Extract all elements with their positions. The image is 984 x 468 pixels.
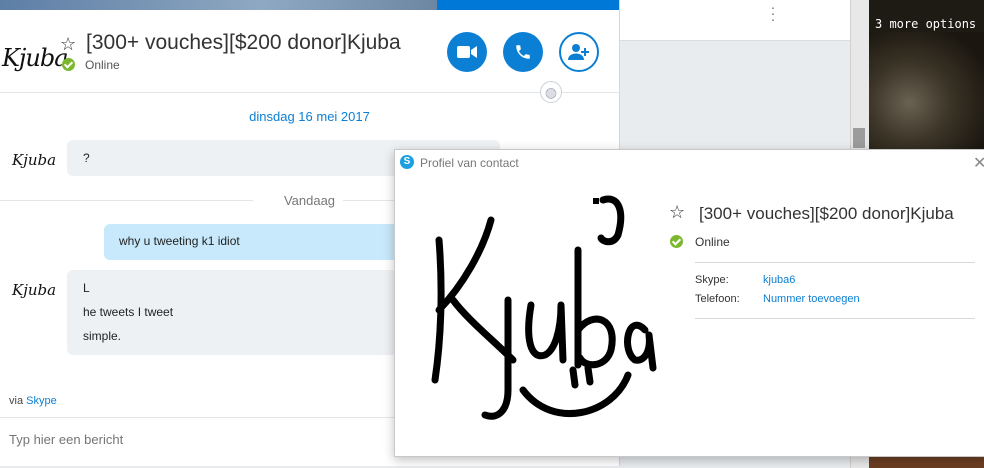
via-prefix: via <box>9 395 24 407</box>
message-text: why u tweeting k1 idiot <box>119 234 240 248</box>
skype-logo-icon: S <box>400 155 414 169</box>
background-window <box>620 0 850 41</box>
message-text: he tweets I tweet <box>83 305 174 319</box>
globe-icon: ◍ <box>540 81 562 103</box>
game-overlay-text: 3 more options <box>875 17 977 31</box>
profile-avatar-image <box>431 195 657 420</box>
close-icon[interactable]: ✕ <box>973 153 984 173</box>
avatar[interactable]: Kjuba <box>12 140 56 180</box>
scrollbar-thumb[interactable] <box>853 128 865 148</box>
add-person-icon <box>568 44 589 60</box>
divider <box>695 262 975 263</box>
banner-accent <box>437 0 619 10</box>
message-bubble-outgoing[interactable]: why u tweeting k1 idiot <box>104 224 404 260</box>
add-participant-button[interactable] <box>559 32 599 72</box>
game-scene <box>869 32 984 150</box>
audio-call-button[interactable] <box>503 32 543 72</box>
message-bubble[interactable]: L he tweets I tweet simple. <box>67 270 407 355</box>
conversation-header: Kjuba ☆ [300+ vouches][$200 donor]Kjuba … <box>0 10 619 93</box>
skype-id-label: Skype: <box>695 274 729 286</box>
contact-profile-dialog: S Profiel van contact ✕ ☆ [300+ vouches]… <box>394 149 984 457</box>
star-outline-icon[interactable]: ☆ <box>60 34 76 55</box>
online-check-icon <box>670 235 683 248</box>
contact-name[interactable]: [300+ vouches][$200 donor]Kjuba <box>86 31 401 55</box>
video-camera-icon <box>457 46 477 58</box>
vertical-ellipsis-icon[interactable]: · · · <box>770 0 776 26</box>
profile-status: Online <box>695 235 730 249</box>
dialog-title: Profiel van contact <box>420 156 519 170</box>
video-call-button[interactable] <box>447 32 487 72</box>
message-text: simple. <box>83 329 122 343</box>
divider <box>695 318 975 319</box>
star-outline-icon[interactable]: ☆ <box>669 202 685 223</box>
banner-image <box>0 0 437 10</box>
message-input[interactable] <box>9 432 389 447</box>
message-text: ? <box>83 151 90 165</box>
avatar[interactable]: Kjuba <box>2 34 69 82</box>
phone-icon <box>516 45 530 59</box>
phone-label: Telefoon: <box>695 293 740 305</box>
online-check-icon <box>62 58 75 71</box>
skype-id-value[interactable]: kjuba6 <box>763 274 795 286</box>
avatar[interactable]: Kjuba <box>12 270 56 310</box>
add-phone-link[interactable]: Nummer toevoegen <box>763 293 860 305</box>
contact-status: Online <box>85 58 120 72</box>
via-skype-link[interactable]: Skype <box>26 395 57 407</box>
profile-name: [300+ vouches][$200 donor]Kjuba <box>699 204 954 223</box>
message-text: L <box>83 281 90 295</box>
date-separator: dinsdag 16 mei 2017 <box>249 109 370 124</box>
via-label: via Skype <box>9 395 57 407</box>
